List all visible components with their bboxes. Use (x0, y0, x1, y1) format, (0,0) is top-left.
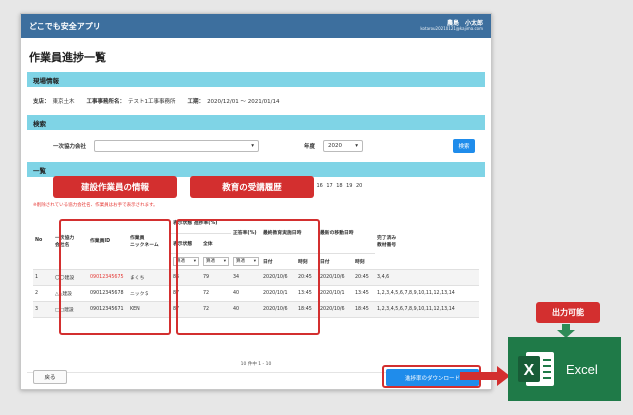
cell-move-time: 13:45 (353, 285, 375, 302)
download-frame (382, 365, 481, 388)
page-link[interactable]: 20 (356, 183, 362, 189)
page-title: 作業員進捗一覧 (29, 51, 106, 64)
col-completed: 完了済み 教材番号 (375, 213, 479, 270)
app-header: どこでも安全アプリ 農島 小太郎 kotarou20210121@kajima.… (21, 14, 491, 38)
page-link[interactable]: 19 (346, 183, 352, 189)
col-move-date: 日付 (318, 253, 353, 270)
cell-completed: 1,2,3,4,5,6,7,8,9,10,11,12,13,14 (375, 301, 479, 318)
svg-text:X: X (524, 362, 535, 379)
worker-info-frame (59, 219, 171, 335)
chevron-down-icon: ▾ (251, 143, 255, 149)
cell-completed: 1,2,3,4,5,6,7,8,9,10,11,12,13,14 (375, 285, 479, 302)
search-heading: 検索 (27, 115, 485, 130)
cell-move-date: 2020/10/6 (318, 301, 353, 318)
deleted-note: ※削除されている協力会社名、作業員はお手で表示されます。 (33, 203, 158, 208)
cell-move-time: 20:45 (353, 269, 375, 286)
search-button[interactable]: 検索 (453, 139, 475, 153)
cell-completed: 3,4,6 (375, 269, 479, 286)
app-title: どこでも安全アプリ (29, 21, 101, 31)
year-label: 年度 (304, 144, 316, 150)
office-info: 工事事務所名： テスト1工事事務所 (86, 99, 176, 105)
partner-select[interactable]: ▾ (94, 140, 260, 152)
col-move-time: 時刻 (353, 253, 375, 270)
search-row: 一次協力会社 ▾ 年度 2020 ▾ 検索 (27, 130, 485, 162)
year-value: 2020 (328, 143, 343, 149)
user-info[interactable]: 農島 小太郎 kotarou20210121@kajima.com (420, 20, 483, 32)
excel-icon: X (518, 352, 554, 386)
excel-label: Excel (566, 361, 598, 377)
back-button[interactable]: 戻る (33, 370, 67, 384)
worker-info-callout: 建設作業員の情報 (53, 176, 177, 198)
cell-no: 2 (33, 285, 53, 302)
site-info: 支店： 東京土木 工事事務所名： テスト1工事事務所 工期： 2020/12/01 ～… (27, 87, 485, 115)
course-history-callout: 教育の受講履歴 (190, 176, 314, 198)
cell-no: 1 (33, 269, 53, 286)
year-select[interactable]: 2020 ▾ (323, 140, 364, 152)
page-link[interactable]: 18 (336, 183, 342, 189)
period-info: 工期： 2020/12/01 ～ 2021/01/14 (187, 99, 280, 105)
user-email: kotarou20210121@kajima.com (420, 26, 483, 32)
excel-tile: X Excel (508, 337, 621, 401)
col-no: No (33, 213, 53, 270)
partner-label: 一次協力会社 (53, 144, 87, 150)
col-latest-move: 最新の移動日時 (318, 213, 375, 254)
list-heading: 一覧 (27, 162, 485, 177)
page-link[interactable]: 16 (316, 183, 322, 189)
arrow-down-icon (557, 324, 575, 338)
course-history-frame (176, 219, 320, 335)
export-callout: 出力可能 (536, 302, 600, 323)
cell-no: 3 (33, 301, 53, 318)
cell-move-date: 2020/10/1 (318, 285, 353, 302)
cell-move-date: 2020/10/6 (318, 269, 353, 286)
cell-move-time: 18:45 (353, 301, 375, 318)
page-link[interactable]: 17 (326, 183, 332, 189)
branch-info: 支店： 東京土木 (33, 99, 75, 105)
chevron-down-icon: ▾ (355, 143, 359, 149)
site-info-heading: 現場情報 (27, 72, 485, 87)
